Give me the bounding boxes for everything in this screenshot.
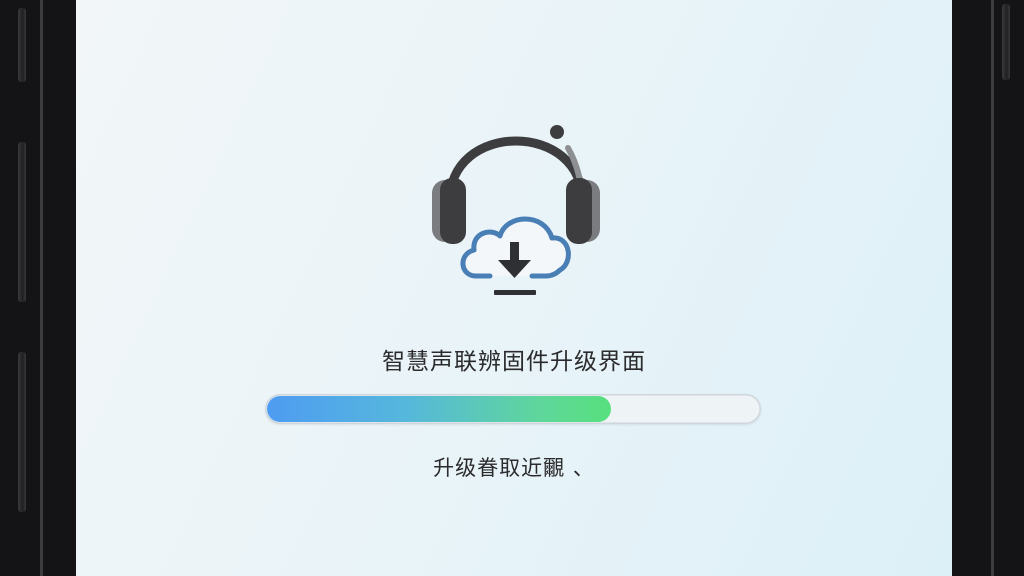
frame-edge-right [991, 0, 994, 576]
page-title: 智慧声联辨固件升级界面 [382, 349, 646, 375]
volume-up-button [18, 142, 26, 302]
frame-edge-left [40, 0, 43, 576]
upgrade-progress-bar [265, 394, 761, 424]
power-button [1002, 4, 1010, 80]
upgrade-status-text: 升级眷取近覼 、 [433, 456, 595, 480]
side-button-top-left [18, 8, 26, 82]
volume-down-button [18, 352, 26, 512]
app-screen: 智慧声联辨固件升级界面 升级眷取近覼 、 [76, 0, 952, 576]
progress-fill [267, 396, 612, 422]
phone-frame: 智慧声联辨固件升级界面 升级眷取近覼 、 [0, 0, 1024, 576]
headphones-cloud-download-icon [416, 100, 616, 304]
